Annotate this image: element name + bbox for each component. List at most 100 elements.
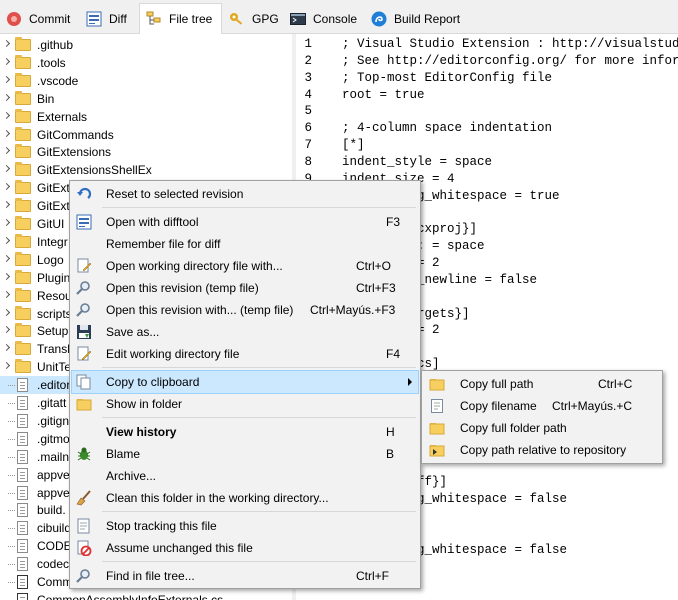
- tree-folder-item[interactable]: .tools: [0, 54, 292, 72]
- tree-item-label: .gitatt: [37, 396, 67, 410]
- menu-item-archive[interactable]: Archive...: [72, 465, 418, 487]
- menu-item-copy-to-clipboard[interactable]: Copy to clipboard: [71, 370, 419, 394]
- folder-icon: [15, 269, 31, 284]
- tree-folder-item[interactable]: GitCommands: [0, 126, 292, 144]
- tree-item-label: .mailn: [37, 449, 70, 464]
- tab-label: GPG: [252, 12, 279, 26]
- menu-item-shortcut: Ctrl+F3: [356, 281, 396, 295]
- menu-item-shortcut: F4: [386, 347, 401, 361]
- menu-item-open-working-directory-file-with[interactable]: Open working directory file with... Ctrl+…: [72, 255, 418, 277]
- menu-item-find-in-file-tree[interactable]: Find in file tree... Ctrl+F: [72, 565, 418, 587]
- tree-item-label: Logo: [37, 252, 64, 267]
- expand-chevron-icon[interactable]: [2, 201, 11, 209]
- tree-item-label: .tools: [37, 55, 66, 70]
- submenu-item-copy-filename[interactable]: Copy filename Ctrl+Mayús.+C: [424, 395, 660, 417]
- menu-item-label: Show in folder: [106, 397, 183, 411]
- expand-chevron-icon[interactable]: [2, 362, 11, 370]
- tree-folder-item[interactable]: GitExtensions: [0, 143, 292, 161]
- menu-item-assume-unchanged-this-file[interactable]: Assume unchanged this file: [72, 537, 418, 559]
- menu-separator: [102, 207, 416, 208]
- menu-item-open-this-revision-temp[interactable]: Open this revision (temp file) Ctrl+F3: [72, 277, 418, 299]
- line-number: 8: [304, 154, 312, 169]
- menu-item-open-this-revision-with-temp[interactable]: Open this revision with... (temp file) Ct…: [72, 299, 418, 321]
- tree-folder-item[interactable]: .github: [0, 36, 292, 54]
- file-icon: [17, 431, 28, 446]
- tab-commit[interactable]: Commit: [0, 5, 78, 33]
- edit-icon: [76, 346, 92, 362]
- expand-chevron-icon[interactable]: [2, 75, 11, 83]
- menu-item-label: Find in file tree...: [106, 569, 195, 583]
- line-number: 1: [304, 37, 312, 51]
- menu-item-view-history[interactable]: View history H: [72, 421, 418, 443]
- tab-file-tree[interactable]: File tree: [139, 3, 222, 34]
- menu-item-open-with-difftool[interactable]: Open with difftool F3: [72, 211, 418, 233]
- tree-folder-item[interactable]: GitExtensionsShellEx: [0, 161, 292, 179]
- tab-gpg[interactable]: GPG: [223, 5, 283, 33]
- submenu-item-copy-full-path[interactable]: Copy full path Ctrl+C: [424, 373, 660, 395]
- folder-icon: [15, 180, 31, 195]
- menu-item-show-in-folder[interactable]: Show in folder: [72, 393, 418, 415]
- tree-folder-item[interactable]: Externals: [0, 108, 292, 126]
- code-line: root = true: [342, 87, 425, 102]
- menu-item-shortcut: B: [386, 447, 395, 461]
- expand-chevron-icon[interactable]: [2, 272, 11, 280]
- folder-icon: [429, 420, 445, 436]
- menu-item-shortcut: F3: [386, 215, 401, 229]
- tree-item-label: .editor: [37, 378, 71, 393]
- file-icon: [17, 575, 28, 589]
- tab-label: Console: [313, 12, 358, 26]
- menu-separator: [102, 561, 416, 562]
- menu-item-save-as[interactable]: Save as...: [72, 321, 418, 343]
- menu-item-remember-file-for-diff[interactable]: Remember file for diff: [72, 233, 418, 255]
- expand-chevron-icon[interactable]: [2, 308, 11, 316]
- folder-icon: [15, 37, 31, 51]
- expand-chevron-icon[interactable]: [2, 57, 11, 65]
- menu-separator: [102, 417, 416, 418]
- expand-chevron-icon[interactable]: [2, 111, 11, 119]
- menu-item-blame[interactable]: Blame B: [72, 443, 418, 465]
- submenu-arrow-icon: [408, 378, 412, 386]
- menu-item-label: Reset to selected revision: [106, 187, 244, 201]
- expand-chevron-icon[interactable]: [2, 290, 11, 298]
- tree-item-label: GitExtensions: [37, 145, 112, 160]
- expand-chevron-icon[interactable]: [2, 344, 11, 352]
- file-icon: [17, 396, 28, 410]
- folder-icon: [15, 198, 31, 213]
- expand-chevron-icon[interactable]: [2, 165, 11, 173]
- menu-item-edit-working-directory-file[interactable]: Edit working directory file F4: [72, 343, 418, 365]
- submenu-item-copy-path-relative-to-repository[interactable]: Copy path relative to repository: [424, 439, 660, 461]
- relative-path-icon: [429, 442, 445, 458]
- menu-item-stop-tracking-this-file[interactable]: Stop tracking this file: [72, 515, 418, 537]
- tree-folder-item[interactable]: .vscode: [0, 72, 292, 90]
- expand-chevron-icon[interactable]: [2, 147, 11, 155]
- submenu-item-copy-full-folder-path[interactable]: Copy full folder path: [424, 417, 660, 439]
- menu-item-clean-this-folder[interactable]: Clean this folder in the working directo…: [72, 487, 418, 509]
- expand-chevron-icon[interactable]: [2, 129, 11, 137]
- expand-chevron-icon[interactable]: [2, 254, 11, 262]
- tab-console[interactable]: Console: [284, 5, 364, 33]
- expand-chevron-icon[interactable]: [2, 326, 11, 334]
- expand-chevron-icon[interactable]: [2, 236, 11, 244]
- expand-chevron-icon[interactable]: [2, 218, 11, 227]
- folder-icon: [15, 251, 31, 266]
- assume-unchanged-icon: [76, 540, 92, 557]
- menu-item-label: Edit working directory file: [106, 347, 240, 361]
- tree-file-item[interactable]: CommonAssemblyInfoExternals.cs: [0, 591, 292, 600]
- expand-chevron-icon[interactable]: [2, 93, 11, 101]
- tree-folder-item[interactable]: Bin: [0, 90, 292, 108]
- expand-chevron-icon[interactable]: [2, 39, 11, 48]
- folder-icon: [15, 359, 31, 374]
- tab-diff[interactable]: Diff: [80, 5, 138, 33]
- folder-icon: [15, 126, 31, 141]
- folder-icon: [15, 287, 31, 302]
- tab-build-report[interactable]: Build Report: [365, 5, 475, 33]
- tree-connector: [8, 546, 15, 548]
- tree-connector: [8, 528, 15, 530]
- submenu-item-label: Copy filename: [460, 399, 537, 413]
- tree-item-label: .gitmo: [37, 431, 70, 446]
- tree-connector: [8, 582, 15, 583]
- document-icon: [429, 398, 445, 414]
- expand-chevron-icon[interactable]: [2, 183, 11, 191]
- menu-item-reset-to-selected-revision[interactable]: Reset to selected revision: [72, 183, 418, 205]
- tree-item-label: Resou: [37, 288, 72, 303]
